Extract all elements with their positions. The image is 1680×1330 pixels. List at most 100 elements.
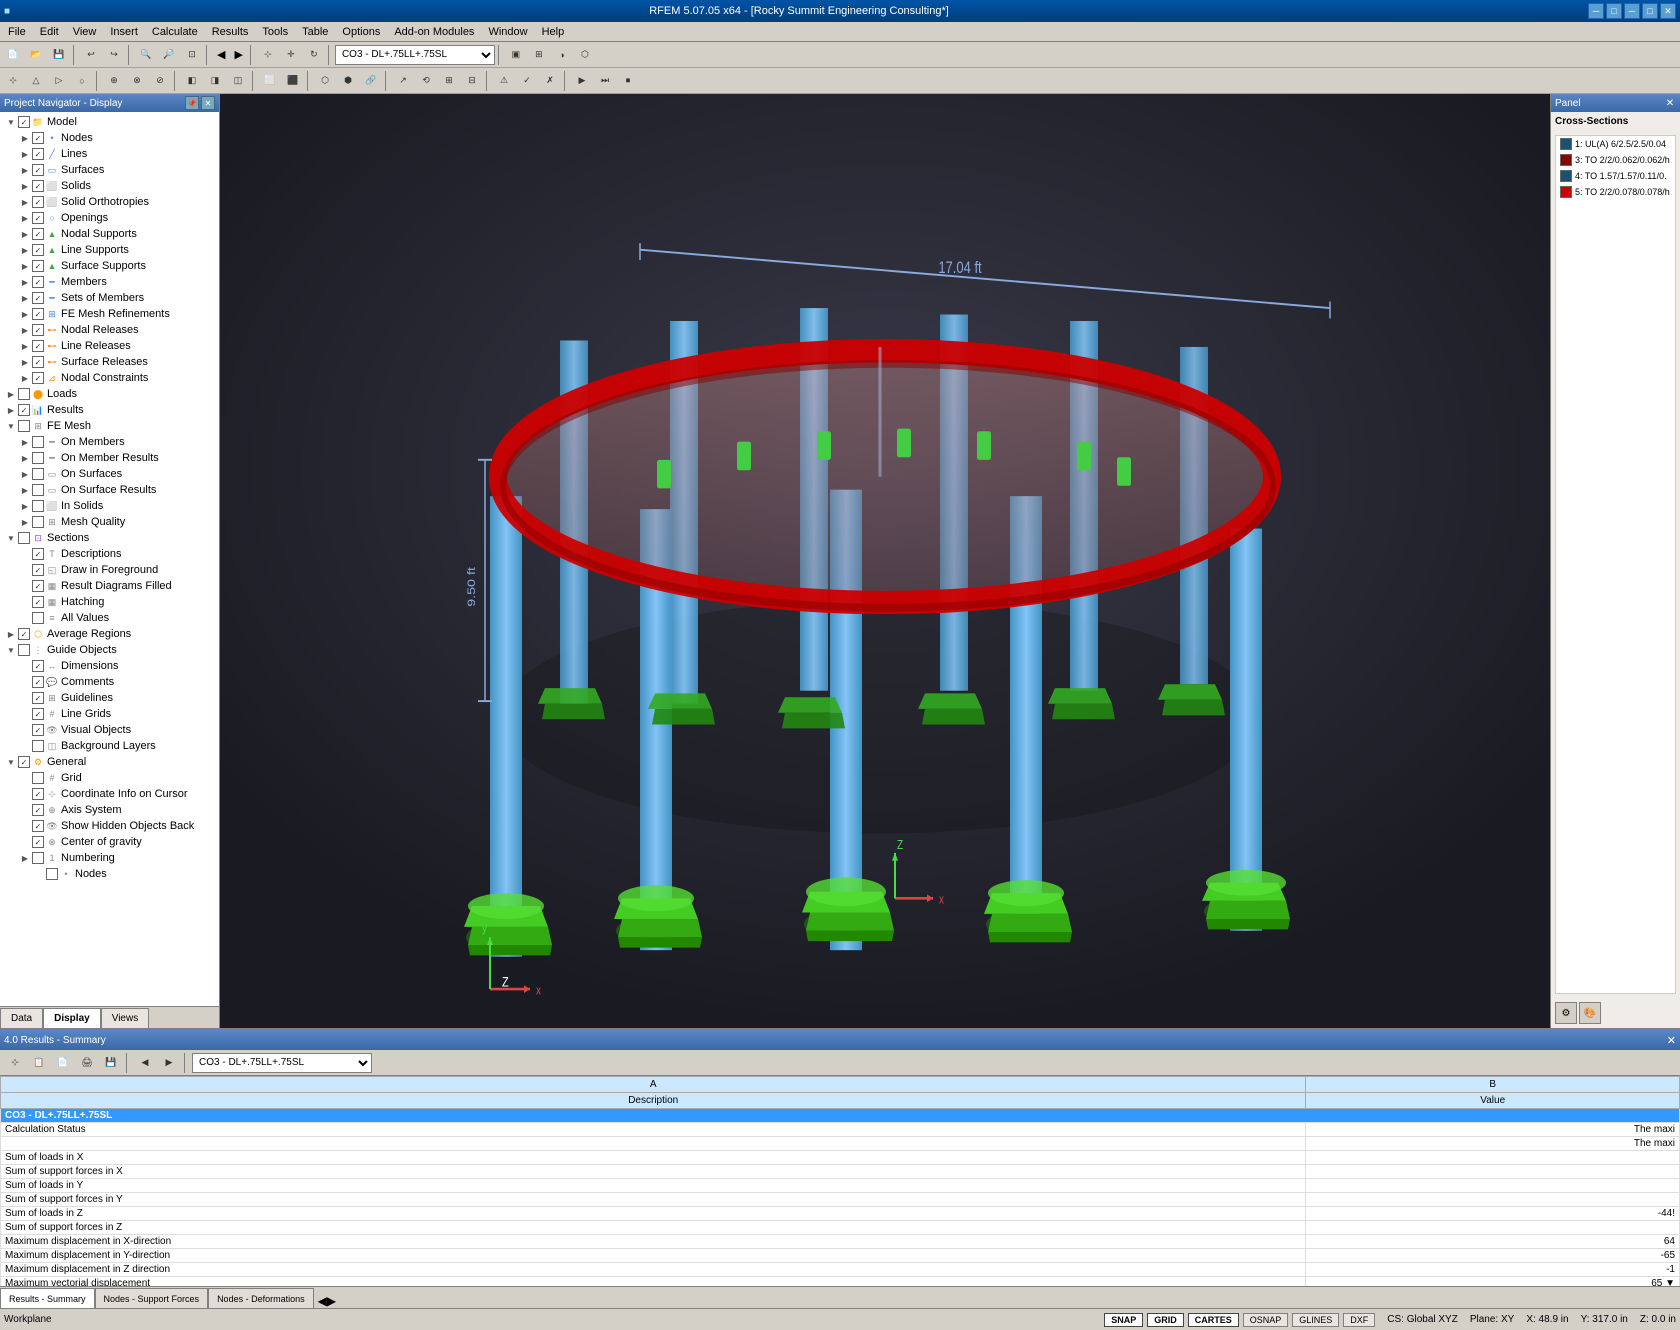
tree-results[interactable]: ▶ ✓ 📊 Results bbox=[0, 402, 219, 418]
menu-item-calculate[interactable]: Calculate bbox=[146, 24, 204, 40]
tree-solid-ortho[interactable]: ▶ ✓ ⬜ Solid Orthotropies bbox=[0, 194, 219, 210]
tree-all-values[interactable]: ≡ All Values bbox=[0, 610, 219, 626]
panel-settings-btn[interactable]: ⚙ bbox=[1555, 1002, 1577, 1024]
cb-all-values[interactable] bbox=[32, 612, 44, 624]
menu-item-table[interactable]: Table bbox=[296, 24, 334, 40]
tree-axis-system[interactable]: ✓ ⊕ Axis System bbox=[0, 802, 219, 818]
tree-sections[interactable]: ▼ ⊡ Sections bbox=[0, 530, 219, 546]
cb-comments[interactable]: ✓ bbox=[32, 676, 44, 688]
app-maximize-btn[interactable]: □ bbox=[1606, 3, 1622, 19]
tree-on-surfaces[interactable]: ▶ ▭ On Surfaces bbox=[0, 466, 219, 482]
tree-line-supports[interactable]: ▶ ✓ ▲ Line Supports bbox=[0, 242, 219, 258]
tree-avg-regions[interactable]: ▶ ✓ ⬡ Average Regions bbox=[0, 626, 219, 642]
tb2-btn10[interactable]: ◫ bbox=[227, 70, 249, 92]
app-minimize-btn[interactable]: ─ bbox=[1588, 3, 1604, 19]
grid-btn[interactable]: GRID bbox=[1147, 1313, 1184, 1327]
res-tb-btn5[interactable]: 💾 bbox=[100, 1052, 122, 1074]
tb2-btn9[interactable]: ◨ bbox=[204, 70, 226, 92]
open-btn[interactable]: 📂 bbox=[25, 44, 47, 66]
cb-in-solids[interactable] bbox=[32, 500, 44, 512]
results-nav-prev[interactable]: ◀ bbox=[318, 1294, 327, 1308]
load-case-combo[interactable]: CO3 - DL+.75LL+.75SL bbox=[335, 45, 495, 65]
tree-on-surface-results[interactable]: ▶ ▭ On Surface Results bbox=[0, 482, 219, 498]
window-minimize-btn[interactable]: ─ bbox=[1624, 3, 1640, 19]
zoom-in-btn[interactable]: 🔍 bbox=[135, 44, 157, 66]
tab-results-summary[interactable]: Results - Summary bbox=[0, 1288, 95, 1308]
res-tb-btn4[interactable]: 🖨 bbox=[76, 1052, 98, 1074]
res-tb-btn1[interactable]: ⊹ bbox=[4, 1052, 26, 1074]
tree-guidelines[interactable]: ✓ ⊞ Guidelines bbox=[0, 690, 219, 706]
cb-solid-ortho[interactable]: ✓ bbox=[32, 196, 44, 208]
cb-background-layers[interactable] bbox=[32, 740, 44, 752]
zoom-out-btn[interactable]: 🔎 bbox=[158, 44, 180, 66]
results-load-case-combo[interactable]: CO3 - DL+.75LL+.75SL bbox=[192, 1053, 372, 1073]
tree-solids[interactable]: ▶ ✓ ⬜ Solids bbox=[0, 178, 219, 194]
cb-fe-mesh-ref[interactable]: ✓ bbox=[32, 308, 44, 320]
cb-loads[interactable] bbox=[18, 388, 30, 400]
tree-nodes[interactable]: ▶ ✓ • Nodes bbox=[0, 130, 219, 146]
tree-descriptions[interactable]: ✓ T Descriptions bbox=[0, 546, 219, 562]
cb-results[interactable]: ✓ bbox=[18, 404, 30, 416]
tb2-btn8[interactable]: ◧ bbox=[181, 70, 203, 92]
cb-nodal-constraints[interactable]: ✓ bbox=[32, 372, 44, 384]
cb-descriptions[interactable]: ✓ bbox=[32, 548, 44, 560]
results-close-btn[interactable]: ✕ bbox=[1667, 1034, 1676, 1047]
new-btn[interactable]: 📄 bbox=[2, 44, 24, 66]
tree-nodal-releases[interactable]: ▶ ✓ ⊷ Nodal Releases bbox=[0, 322, 219, 338]
tree-mesh-quality[interactable]: ▶ ⊞ Mesh Quality bbox=[0, 514, 219, 530]
tree-in-solids[interactable]: ▶ ⬜ In Solids bbox=[0, 498, 219, 514]
tb2-btn6[interactable]: ⊗ bbox=[126, 70, 148, 92]
window-close-btn[interactable]: ✕ bbox=[1660, 3, 1676, 19]
rotate-btn[interactable]: ↻ bbox=[303, 44, 325, 66]
tree-visual-objects[interactable]: ✓ 👁 Visual Objects bbox=[0, 722, 219, 738]
tb2-btn20[interactable]: ⚠ bbox=[493, 70, 515, 92]
nav-pin-btn[interactable]: 📌 bbox=[185, 96, 199, 110]
cartes-btn[interactable]: CARTES bbox=[1188, 1313, 1239, 1327]
cb-model[interactable]: ✓ bbox=[18, 116, 30, 128]
tree-surface-supports[interactable]: ▶ ✓ ▲ Surface Supports bbox=[0, 258, 219, 274]
tb2-btn14[interactable]: ⬢ bbox=[337, 70, 359, 92]
cb-result-diagrams[interactable]: ✓ bbox=[32, 580, 44, 592]
menu-item-file[interactable]: File bbox=[2, 24, 32, 40]
tree-model[interactable]: ▼ ✓ 📁 Model bbox=[0, 114, 219, 130]
tree-background-layers[interactable]: ◫ Background Layers bbox=[0, 738, 219, 754]
tree-comments[interactable]: ✓ 💬 Comments bbox=[0, 674, 219, 690]
tb2-btn16[interactable]: ↗ bbox=[392, 70, 414, 92]
menu-item-options[interactable]: Options bbox=[336, 24, 386, 40]
res-tb-btn3[interactable]: 📄 bbox=[52, 1052, 74, 1074]
tree-lines[interactable]: ▶ ✓ ╱ Lines bbox=[0, 146, 219, 162]
menu-item-insert[interactable]: Insert bbox=[104, 24, 144, 40]
render-btn[interactable]: ▣ bbox=[505, 44, 527, 66]
tb2-btn17[interactable]: ⟲ bbox=[415, 70, 437, 92]
cb-axis-system[interactable]: ✓ bbox=[32, 804, 44, 816]
tree-nodal-constraints[interactable]: ▶ ✓ ⊿ Nodal Constraints bbox=[0, 370, 219, 386]
redo-btn[interactable]: ↪ bbox=[103, 44, 125, 66]
tree-surface-releases[interactable]: ▶ ✓ ⊷ Surface Releases bbox=[0, 354, 219, 370]
wireframe-btn[interactable]: ⊞ bbox=[528, 44, 550, 66]
snap-btn[interactable]: SNAP bbox=[1104, 1313, 1143, 1327]
res-tb-btn6[interactable]: ◀ bbox=[134, 1052, 156, 1074]
tab-views[interactable]: Views bbox=[101, 1008, 150, 1028]
nav-back-btn[interactable]: ◀ bbox=[213, 46, 229, 63]
tab-data[interactable]: Data bbox=[0, 1008, 43, 1028]
cb-nodal-releases[interactable]: ✓ bbox=[32, 324, 44, 336]
tree-general[interactable]: ▼ ✓ ⚙ General bbox=[0, 754, 219, 770]
cb-guide-objects[interactable] bbox=[18, 644, 30, 656]
tree-fe-mesh-ref[interactable]: ▶ ✓ ⊞ FE Mesh Refinements bbox=[0, 306, 219, 322]
cb-line-releases[interactable]: ✓ bbox=[32, 340, 44, 352]
results-table-area[interactable]: A B Description Value CO3 - DL+.75LL+.75… bbox=[0, 1076, 1680, 1286]
tree-members[interactable]: ▶ ✓ ━ Members bbox=[0, 274, 219, 290]
cb-surface-supports[interactable]: ✓ bbox=[32, 260, 44, 272]
osnap-btn[interactable]: OSNAP bbox=[1243, 1313, 1289, 1327]
tree-dimensions[interactable]: ✓ ↔ Dimensions bbox=[0, 658, 219, 674]
tree-draw-foreground[interactable]: ✓ ◱ Draw in Foreground bbox=[0, 562, 219, 578]
res-tb-btn2[interactable]: 📋 bbox=[28, 1052, 50, 1074]
tree-line-releases[interactable]: ▶ ✓ ⊷ Line Releases bbox=[0, 338, 219, 354]
cb-on-members[interactable] bbox=[32, 436, 44, 448]
zoom-fit-btn[interactable]: ⊡ bbox=[181, 44, 203, 66]
nav-close-btn[interactable]: ✕ bbox=[201, 96, 215, 110]
tree-hatching[interactable]: ✓ ▦ Hatching bbox=[0, 594, 219, 610]
panel-close-btn[interactable]: ✕ bbox=[1664, 97, 1676, 109]
tree-guide-objects[interactable]: ▼ ⋮ Guide Objects bbox=[0, 642, 219, 658]
panel-color-btn[interactable]: 🎨 bbox=[1579, 1002, 1601, 1024]
